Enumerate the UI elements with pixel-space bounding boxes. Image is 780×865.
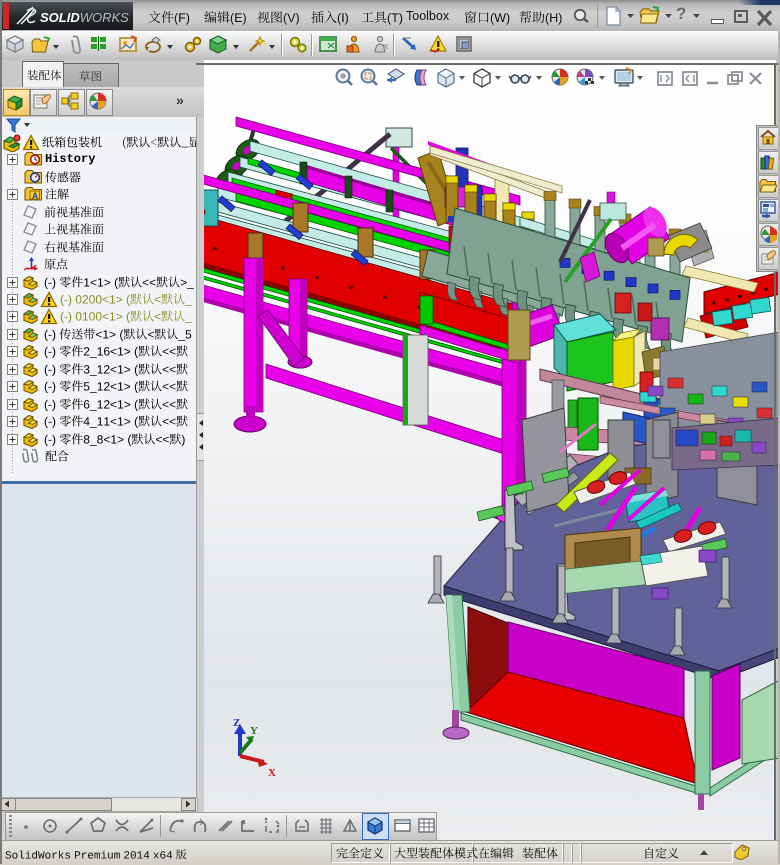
svg-text:Z: Z <box>233 717 240 729</box>
svg-text:A: A <box>32 191 38 201</box>
svg-text:SOLIDWORKS: SOLIDWORKS <box>40 10 129 25</box>
svg-text:Y: Y <box>250 725 258 737</box>
svg-text:X: X <box>268 767 276 779</box>
